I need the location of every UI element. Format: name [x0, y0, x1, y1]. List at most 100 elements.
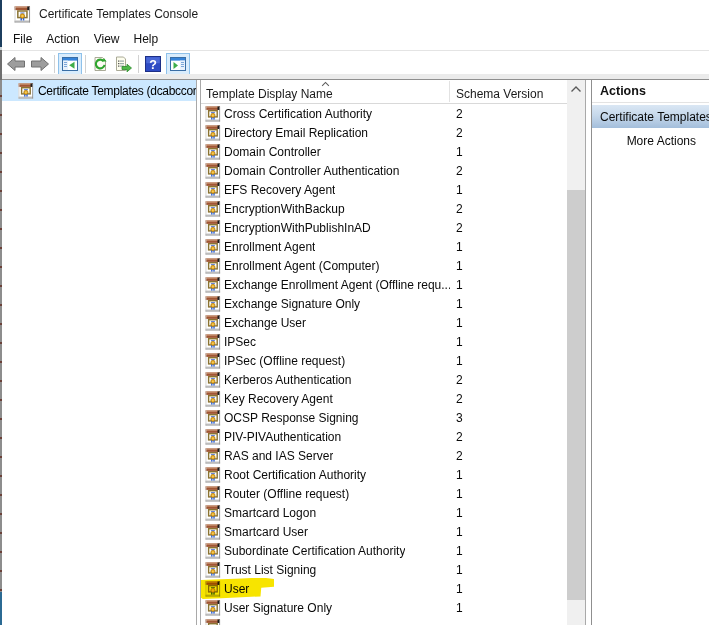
table-row[interactable]: PIV-PIVAuthentication 2: [201, 427, 567, 446]
table-row[interactable]: Key Recovery Agent 2: [201, 389, 567, 408]
schema-version: 1: [456, 335, 463, 349]
pane-divider[interactable]: [196, 80, 197, 625]
schema-version: 2: [456, 126, 463, 140]
table-row[interactable]: Domain Controller 1: [201, 142, 567, 161]
schema-version: 1: [456, 354, 463, 368]
table-row[interactable]: Enrollment Agent 1: [201, 237, 567, 256]
template-name: Domain Controller Authentication: [224, 164, 399, 178]
template-name: Exchange Enrollment Agent (Offline requ.…: [224, 278, 450, 292]
table-row[interactable]: EFS Recovery Agent 1: [201, 180, 567, 199]
show-console-tree-icon: [62, 56, 78, 72]
table-row[interactable]: Router (Offline request) 1: [201, 484, 567, 503]
table-row[interactable]: IPSec (Offline request) 1: [201, 351, 567, 370]
certificate-template-icon: [205, 277, 221, 293]
certificate-template-icon: [205, 505, 221, 521]
tree-item-certificate-templates[interactable]: Certificate Templates (dcabccorp: [2, 80, 196, 101]
actions-pane-title: Actions: [592, 84, 646, 98]
table-row[interactable]: User Signature Only 1: [201, 598, 567, 617]
schema-version: 1: [456, 563, 463, 577]
template-name: Smartcard User: [224, 525, 308, 539]
table-row[interactable]: IPSec 1: [201, 332, 567, 351]
window-title: Certificate Templates Console: [39, 7, 198, 21]
template-name: EncryptionWithBackup: [224, 202, 345, 216]
templates-list-pane: Cross Certification Authority 2 Director…: [201, 80, 585, 625]
vertical-scrollbar[interactable]: [567, 80, 585, 625]
table-row[interactable]: Root Certification Authority 1: [201, 465, 567, 484]
template-name: EFS Recovery Agent: [224, 183, 335, 197]
certificate-template-icon: [205, 144, 221, 160]
schema-version: 2: [456, 202, 463, 216]
scrollbar-up-button[interactable]: [567, 80, 585, 97]
forward-button[interactable]: [29, 53, 51, 75]
schema-version: 1: [456, 240, 463, 254]
certificate-template-icon: [205, 372, 221, 388]
export-list-button[interactable]: [111, 53, 135, 75]
certificate-template-icon: [205, 125, 221, 141]
schema-version: 1: [456, 582, 463, 596]
menu-help[interactable]: Help: [127, 30, 166, 48]
actions-group-header[interactable]: Certificate Templates: [592, 105, 709, 128]
schema-version: 1: [456, 145, 463, 159]
scrollbar-thumb[interactable]: [567, 190, 585, 600]
table-row[interactable]: Smartcard User 1: [201, 522, 567, 541]
mmc-window: Certificate Templates Console File Actio…: [0, 0, 709, 625]
template-name: Exchange Signature Only: [224, 297, 360, 311]
column-divider[interactable]: [449, 81, 450, 102]
schema-version: 1: [456, 544, 463, 558]
column-header-template-display-name[interactable]: Template Display Name: [206, 80, 333, 102]
table-row[interactable]: [201, 617, 567, 625]
template-name: Trust List Signing: [224, 563, 316, 577]
table-row[interactable]: Exchange User 1: [201, 313, 567, 332]
help-icon: [145, 56, 161, 72]
refresh-button[interactable]: [89, 53, 111, 75]
template-name: Kerberos Authentication: [224, 373, 351, 387]
template-name: Directory Email Replication: [224, 126, 368, 140]
forward-arrow-icon: [30, 56, 50, 72]
show-console-tree-button[interactable]: [58, 53, 82, 75]
table-row[interactable]: Exchange Signature Only 1: [201, 294, 567, 313]
table-row[interactable]: EncryptionWithPublishInAD 2: [201, 218, 567, 237]
schema-version: 2: [456, 449, 463, 463]
schema-version: 1: [456, 259, 463, 273]
show-action-pane-button[interactable]: [166, 53, 190, 75]
menu-action[interactable]: Action: [39, 30, 86, 48]
app-icon: [14, 6, 31, 23]
table-row[interactable]: Enrollment Agent (Computer) 1: [201, 256, 567, 275]
certificate-template-icon: [205, 467, 221, 483]
table-row[interactable]: OCSP Response Signing 3: [201, 408, 567, 427]
table-row[interactable]: RAS and IAS Server 2: [201, 446, 567, 465]
help-button[interactable]: [142, 53, 164, 75]
table-row[interactable]: Cross Certification Authority 2: [201, 104, 567, 123]
table-row[interactable]: EncryptionWithBackup 2: [201, 199, 567, 218]
certificate-template-icon: [205, 201, 221, 217]
schema-version: 2: [456, 164, 463, 178]
template-name: IPSec: [224, 335, 256, 349]
column-header-schema-version[interactable]: Schema Version: [456, 80, 543, 102]
table-row[interactable]: Subordinate Certification Authority 1: [201, 541, 567, 560]
menu-view[interactable]: View: [87, 30, 127, 48]
schema-version: 1: [456, 506, 463, 520]
schema-version: 1: [456, 525, 463, 539]
template-name: Enrollment Agent (Computer): [224, 259, 379, 273]
table-row[interactable]: Smartcard Logon 1: [201, 503, 567, 522]
table-row[interactable]: Exchange Enrollment Agent (Offline requ.…: [201, 275, 567, 294]
more-actions-button[interactable]: More Actions: [592, 128, 709, 154]
schema-version: 1: [456, 316, 463, 330]
table-row[interactable]: Kerberos Authentication 2: [201, 370, 567, 389]
template-name: EncryptionWithPublishInAD: [224, 221, 371, 235]
back-button[interactable]: [5, 53, 27, 75]
certificate-template-icon: [205, 315, 221, 331]
actions-pane-header: Actions: [592, 80, 709, 103]
toolbar: [2, 50, 709, 75]
template-name: Root Certification Authority: [224, 468, 366, 482]
certificate-template-icon: [205, 448, 221, 464]
table-row[interactable]: Trust List Signing 1: [201, 560, 567, 579]
certificate-template-icon: [205, 182, 221, 198]
table-row[interactable]: Domain Controller Authentication 2: [201, 161, 567, 180]
export-list-icon: [114, 56, 132, 72]
pane-divider: [585, 80, 586, 625]
certificate-template-icon: [205, 619, 221, 625]
menu-file[interactable]: File: [6, 30, 39, 48]
schema-version: 1: [456, 601, 463, 615]
table-row[interactable]: Directory Email Replication 2: [201, 123, 567, 142]
